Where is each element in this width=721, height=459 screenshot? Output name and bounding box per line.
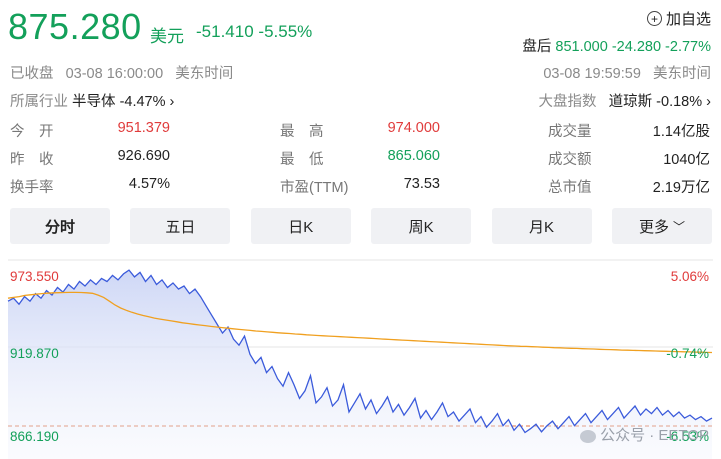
low-label: 最 低 (280, 152, 324, 168)
prev-close-value: 926.690 (117, 148, 170, 164)
chart-period-tabs: 分时 五日 日K 周K 月K 更多 ﹀ (10, 208, 712, 244)
chevron-down-icon: ﹀ (672, 219, 685, 234)
turnover-label: 成交额 (548, 152, 592, 168)
pe-value: 73.53 (403, 176, 440, 192)
after-hours-quote: 盘后 851.000 -24.280 -2.77% (522, 35, 711, 56)
industry-name: 半导体 (72, 94, 116, 110)
tab-monthly-k[interactable]: 月K (491, 208, 592, 244)
price-change: -51.410 -5.55% (196, 22, 312, 42)
market-cap-value: 2.19万亿 (652, 180, 710, 196)
low-value: 865.060 (387, 148, 440, 164)
industry-link[interactable]: 所属行业 半导体 -4.47% › (10, 90, 174, 111)
turnover-rate-value: 4.57% (128, 176, 170, 192)
tab-weekly-k[interactable]: 周K (371, 208, 472, 244)
tab-daily-k[interactable]: 日K (250, 208, 351, 244)
market-cap-label: 总市值 (548, 180, 592, 196)
change-percent: -5.55% (258, 22, 313, 41)
wechat-icon (580, 429, 597, 443)
y-left-label-mid: 919.870 (10, 346, 59, 361)
high-label: 最 高 (280, 124, 324, 140)
turnover-value: 1040亿 (663, 152, 710, 168)
industry-label: 所属行业 (10, 94, 68, 110)
open-value: 951.379 (117, 120, 170, 136)
plus-circle-icon: + (646, 11, 662, 26)
high-value: 974.000 (387, 120, 440, 136)
watermark-text: 公众号 · EETOP (600, 427, 709, 444)
after-hours-price: 851.000 (555, 39, 608, 55)
pe-label: 市盈(TTM) (280, 180, 349, 196)
tab-more-label: 更多 (638, 218, 669, 236)
turnover-rate-label: 换手率 (10, 180, 54, 196)
y-right-label-high: 5.06% (671, 269, 709, 284)
add-watchlist-label: 加自选 (665, 11, 711, 28)
add-watchlist-button[interactable]: + 加自选 (646, 8, 711, 29)
index-change: -0.18% (656, 94, 703, 110)
currency-unit: 美元 (150, 27, 184, 46)
close-time: 03-08 16:00:00 (65, 66, 164, 82)
y-left-label-high: 973.550 (10, 269, 59, 284)
volume-value: 1.14亿股 (652, 124, 710, 140)
volume-label: 成交量 (548, 124, 592, 140)
index-label: 大盘指数 (538, 94, 597, 110)
chevron-right-icon: › (169, 94, 175, 110)
after-hours-change-percent: -2.77% (665, 39, 711, 55)
watermark: 公众号 · EETOP (580, 424, 709, 445)
tab-more[interactable]: 更多 ﹀ (611, 208, 712, 244)
industry-change: -4.47% (119, 94, 166, 110)
tab-five-day[interactable]: 五日 (130, 208, 231, 244)
prev-close-label: 昨 收 (10, 152, 54, 168)
after-hours-timestamp: 03-08 19:59:59 (543, 66, 641, 82)
after-hours-change: -24.280 (611, 39, 662, 55)
after-hours-timezone: 美东时间 (653, 66, 711, 82)
index-name: 道琼斯 (608, 94, 653, 110)
status-text: 已收盘 (10, 66, 54, 82)
after-hours-time: 03-08 19:59:59 美东时间 (543, 62, 711, 83)
last-price: 875.280 (8, 6, 142, 47)
open-label: 今 开 (10, 124, 54, 140)
change-value: -51.410 (196, 22, 254, 41)
market-index-link[interactable]: 大盘指数 道琼斯 -0.18% › (539, 90, 711, 111)
chevron-right-icon: › (706, 94, 711, 110)
timezone: 美东时间 (175, 66, 234, 82)
y-right-label-mid: -0.74% (666, 346, 709, 361)
y-left-label-low: 866.190 (10, 429, 59, 444)
tab-intraday[interactable]: 分时 (10, 208, 110, 244)
after-hours-label: 盘后 (522, 39, 552, 55)
market-status: 已收盘 03-08 16:00:00 美东时间 (10, 62, 233, 83)
